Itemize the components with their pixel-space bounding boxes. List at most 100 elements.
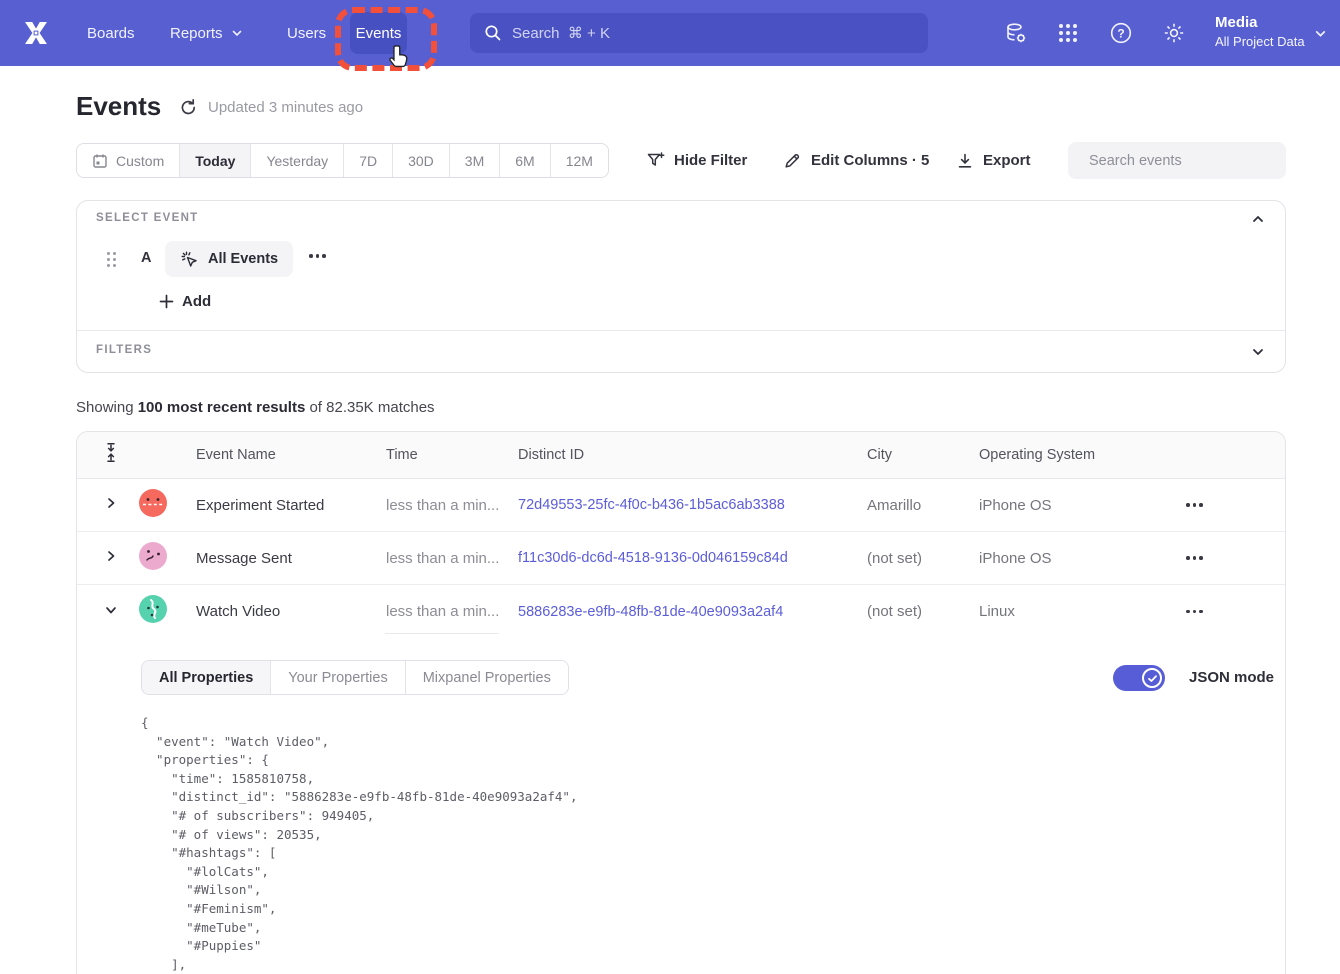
top-navbar: Boards Reports Users Events ? Media All … [0,0,1340,66]
date-option-30d[interactable]: 30D [393,144,450,177]
project-subtitle: All Project Data [1215,33,1305,51]
cell-distinct-id-link[interactable]: f11c30d6-dc6d-4518-9136-0d046159c84d [518,550,867,566]
expand-filters-chevron-down-icon[interactable] [1251,345,1265,359]
event-selector-label: All Events [208,251,278,267]
global-search[interactable] [470,13,928,53]
col-header-time: Time [386,447,518,463]
row-menu-icon[interactable] [1186,610,1203,614]
section-divider [77,330,1285,331]
help-icon[interactable]: ? [1109,21,1133,45]
export-label: Export [983,152,1031,169]
results-prefix: Showing [76,399,138,416]
data-management-icon[interactable] [1004,21,1028,45]
event-avatar [139,542,196,575]
event-row-letter: A [141,250,151,266]
event-avatar [139,595,196,628]
event-more-options-icon[interactable] [309,254,326,258]
date-option-7d[interactable]: 7D [344,144,393,177]
collapse-section-chevron-up-icon[interactable] [1251,212,1265,226]
date-range-control: Custom Today Yesterday 7D 30D 3M 6M 12M [76,143,609,178]
event-json-view: { "event": "Watch Video", "properties": … [141,714,578,974]
tab-all-properties[interactable]: All Properties [142,661,271,694]
download-icon [956,152,974,170]
select-event-label: SELECT EVENT [96,212,199,224]
cell-city: (not set) [867,550,979,567]
events-page: Boards Reports Users Events ? Media All … [0,0,1340,974]
add-event-button[interactable]: Add [159,293,211,310]
cell-event-name: Message Sent [196,550,386,567]
add-event-label: Add [182,293,211,310]
expand-row-chevron-right-icon[interactable] [77,496,139,514]
cell-time: less than a min... [386,497,518,514]
nav-events[interactable]: Events [350,12,407,54]
search-events-input[interactable] [1089,153,1276,169]
updated-timestamp: Updated 3 minutes ago [208,99,363,116]
date-option-today[interactable]: Today [180,144,251,177]
search-icon [484,24,502,42]
drag-handle-icon[interactable] [107,252,116,267]
nav-boards[interactable]: Boards [87,0,135,66]
tab-mixpanel-properties[interactable]: Mixpanel Properties [406,661,568,694]
refresh-icon[interactable] [179,98,198,117]
col-header-distinct-id: Distinct ID [518,447,867,463]
click-event-icon [180,250,199,269]
event-avatar [139,489,196,522]
row-menu-icon[interactable] [1186,556,1203,560]
col-header-city: City [867,447,979,463]
filters-label: FILTERS [96,344,152,356]
tab-your-properties[interactable]: Your Properties [271,661,405,694]
cell-time: less than a min... [386,550,518,567]
event-selector-chip[interactable]: All Events [165,241,293,277]
cell-time: less than a min... [386,603,518,620]
nav-reports-label: Reports [170,25,223,42]
cell-os: iPhone OS [979,497,1186,514]
export-button[interactable]: Export [956,143,1031,178]
cell-event-name: Watch Video [196,603,386,620]
page-title: Events [76,91,161,122]
cell-city: (not set) [867,603,979,620]
hide-filter-label: Hide Filter [674,152,747,169]
col-header-event-name: Event Name [196,447,386,463]
date-option-12m[interactable]: 12M [551,144,608,177]
table-row: Message Sent less than a min... f11c30d6… [77,532,1285,585]
filter-icon [646,151,665,170]
toggle-knob-check-icon [1142,668,1162,688]
settings-gear-icon[interactable] [1162,21,1186,45]
edit-columns-label: Edit Columns · 5 [811,152,929,169]
cell-os: iPhone OS [979,550,1186,567]
svg-text:?: ? [1117,26,1124,40]
search-events-box[interactable] [1068,142,1286,179]
calendar-icon [92,153,108,169]
table-row: Experiment Started less than a min... 72… [77,479,1285,532]
event-detail-panel: All Properties Your Properties Mixpanel … [77,638,1285,974]
time-cell-underline [385,633,499,634]
project-chevron-down-icon[interactable] [1314,27,1327,45]
cell-distinct-id-link[interactable]: 72d49553-25fc-4f0c-b436-1b5ac6ab3388 [518,497,867,513]
json-mode-toggle[interactable] [1113,665,1165,691]
events-table: Event Name Time Distinct ID City Operati… [76,431,1286,974]
cell-event-name: Experiment Started [196,497,386,514]
date-option-yesterday[interactable]: Yesterday [251,144,344,177]
date-option-custom[interactable]: Custom [77,144,180,177]
row-menu-icon[interactable] [1186,503,1203,507]
date-option-6m[interactable]: 6M [500,144,550,177]
nav-users[interactable]: Users [287,0,326,66]
collapse-row-chevron-down-icon[interactable] [77,603,139,621]
results-summary: Showing 100 most recent results of 82.35… [76,399,435,416]
sort-rows-icon[interactable] [77,442,139,468]
hide-filter-button[interactable]: Hide Filter [646,143,747,178]
date-option-label: Custom [116,153,164,169]
apps-grid-icon[interactable] [1056,21,1080,45]
edit-columns-button[interactable]: Edit Columns · 5 [783,143,929,178]
project-switcher[interactable]: Media All Project Data [1215,13,1305,51]
pencil-icon [783,151,802,170]
mixpanel-logo-icon[interactable] [18,15,54,56]
global-search-input[interactable] [512,25,914,42]
expand-row-chevron-right-icon[interactable] [77,549,139,567]
properties-tabs: All Properties Your Properties Mixpanel … [141,660,569,695]
nav-reports[interactable]: Reports [170,0,243,66]
json-mode-label: JSON mode [1189,669,1274,686]
cell-distinct-id-link[interactable]: 5886283e-e9fb-48fb-81de-40e9093a2af4 [518,604,867,620]
cell-city: Amarillo [867,497,979,514]
date-option-3m[interactable]: 3M [450,144,500,177]
